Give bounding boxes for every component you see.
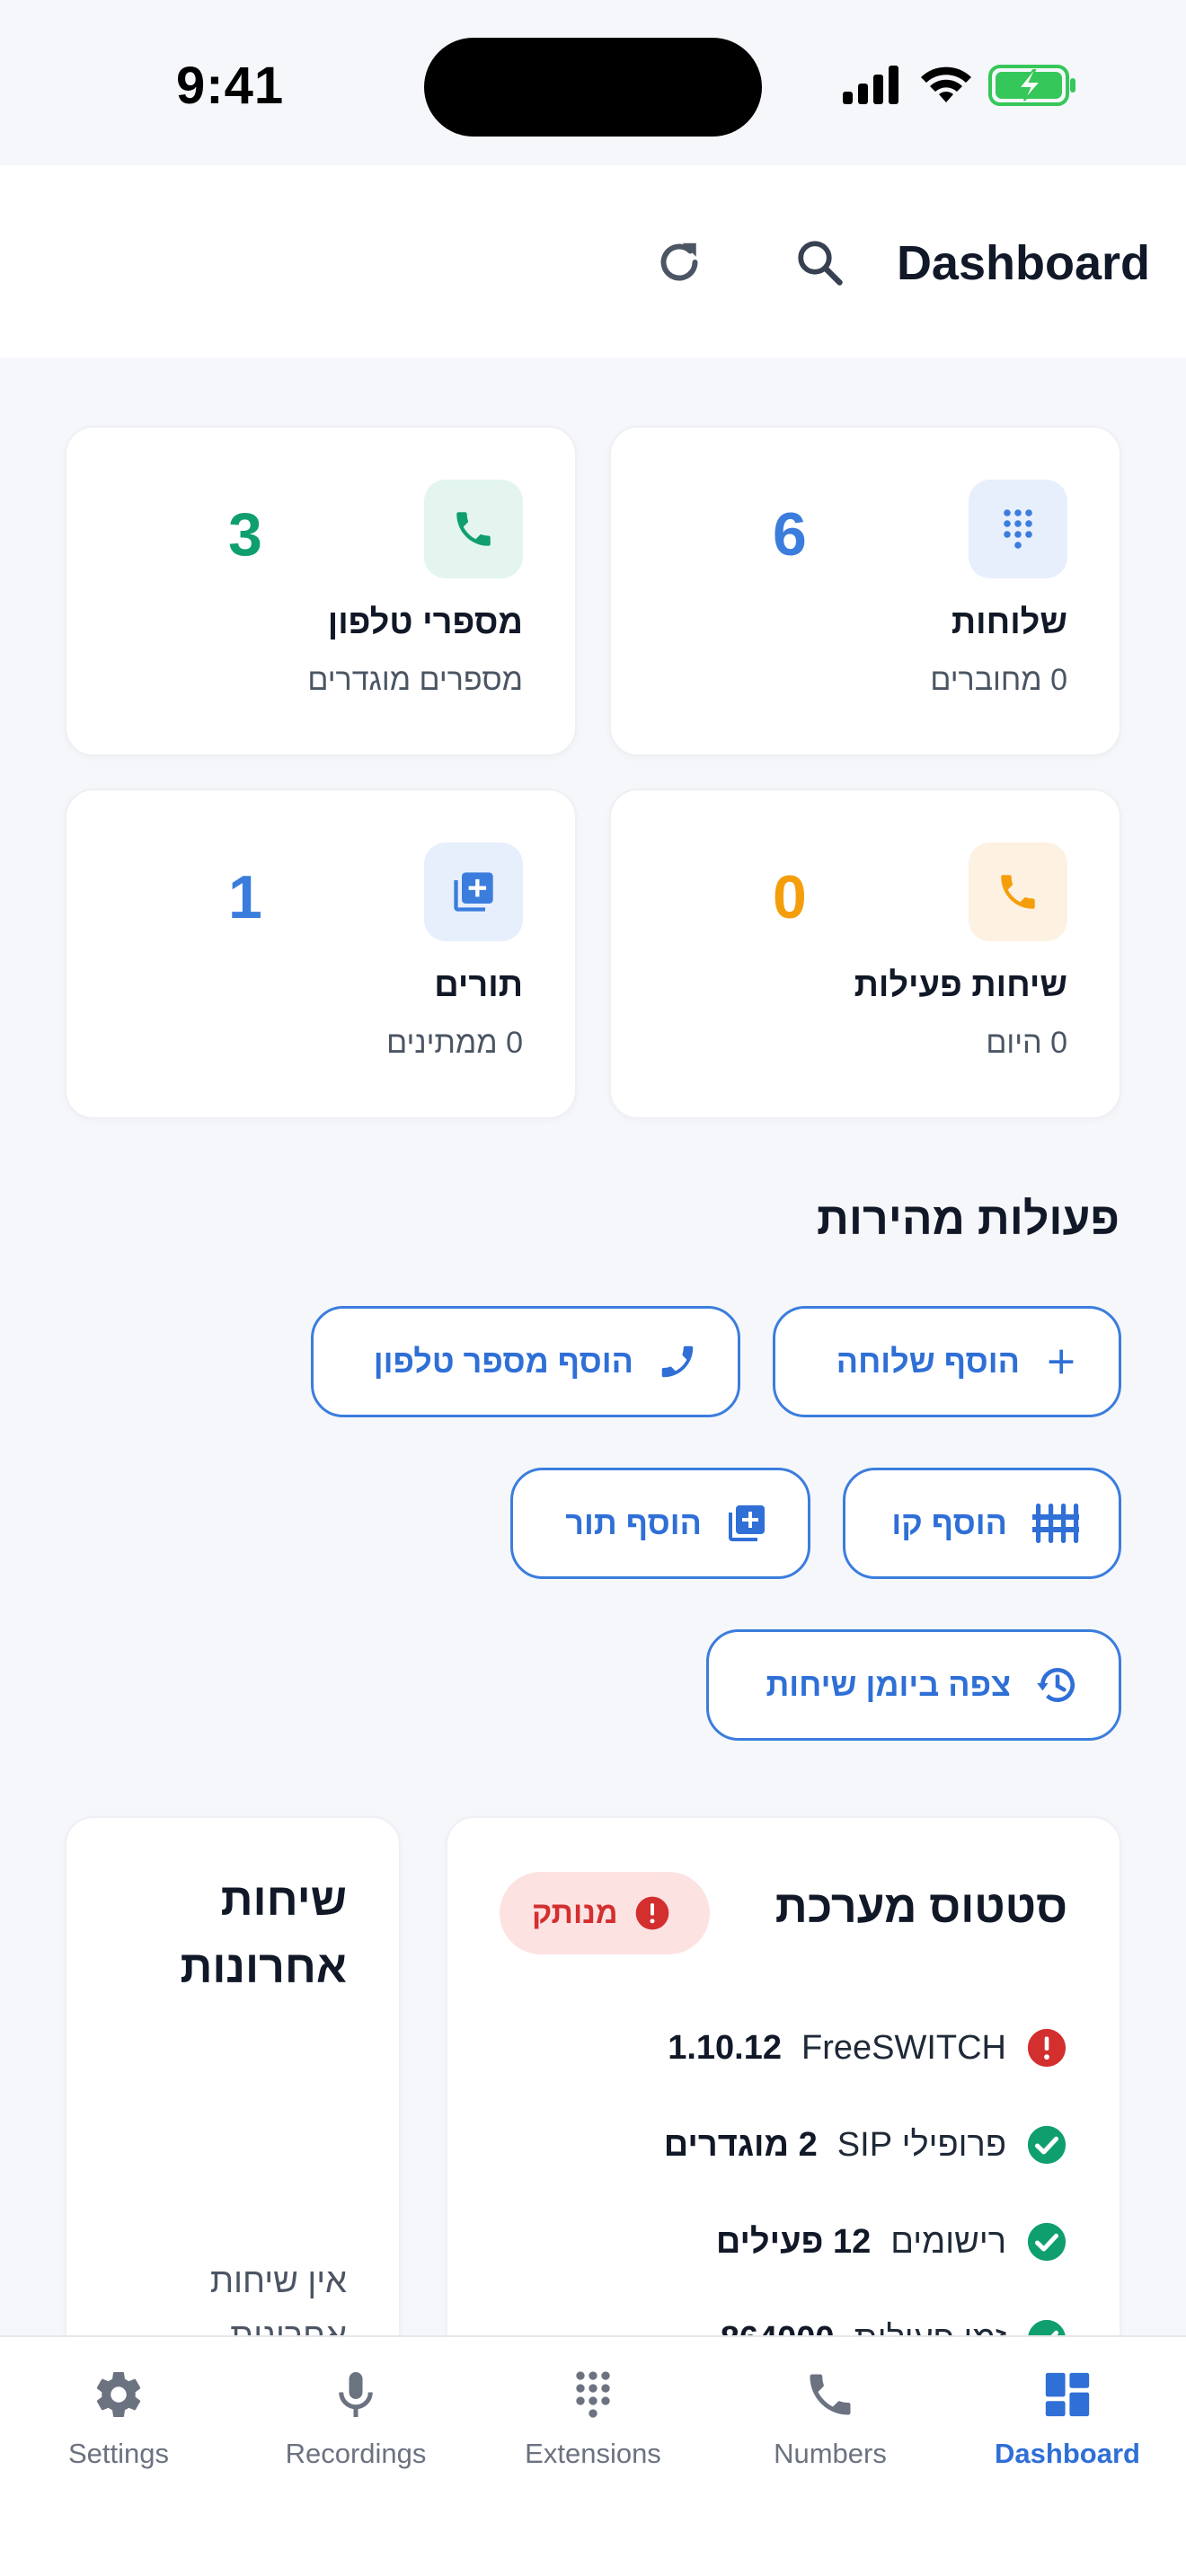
stat-value: 6: [773, 500, 807, 569]
stat-icon-box: [424, 480, 523, 578]
status-bar: 9:41: [0, 0, 1186, 165]
search-button[interactable]: [787, 230, 852, 295]
gear-icon: [86, 2362, 151, 2427]
history-icon: [1037, 1668, 1075, 1702]
add-phone-number-button[interactable]: הוסף מספר טלפון: [311, 1306, 740, 1417]
add-queue-label: הוסף תור: [565, 1504, 702, 1541]
microphone-icon: [323, 2362, 388, 2427]
stat-title: שלוחות: [951, 604, 1067, 641]
quick-actions-title: פעולות מהירות: [816, 1194, 1120, 1244]
status-row-registrations: רישומים 12 פעילים: [716, 2215, 1067, 2269]
status-badge: מנותק: [500, 1872, 710, 1954]
add-queue-button[interactable]: הוסף תור: [510, 1468, 810, 1579]
stat-subtitle: מספרים מוגדרים: [307, 663, 523, 697]
recent-calls-title: שיחות אחרונות: [180, 1875, 347, 1992]
stat-card-active-calls[interactable]: 0 שיחות פעילות 0 היום: [609, 789, 1121, 1119]
nav-label: Dashboard: [995, 2438, 1140, 2469]
stat-title: מספרי טלפון: [327, 604, 523, 641]
queue-add-icon: [454, 872, 493, 912]
stat-card-phone-numbers[interactable]: 3 מספרי טלפון מספרים מוגדרים: [65, 426, 577, 756]
stat-subtitle: 0 היום: [986, 1026, 1067, 1060]
check-circle-icon: [1027, 2222, 1067, 2262]
page-title: Dashboard: [896, 236, 1150, 290]
queue-add-icon: [729, 1505, 765, 1541]
cellular-signal-icon: [843, 66, 898, 104]
stat-icon-box: [424, 842, 523, 941]
view-call-log-label: צפה ביומן שיחות: [766, 1666, 1011, 1703]
battery-charging-icon: [988, 65, 1075, 106]
phone-icon: [1001, 875, 1035, 909]
status-row-label: FreeSWITCH: [801, 2028, 1006, 2067]
stat-title: שיחות פעילות: [854, 966, 1067, 1004]
error-icon: [1027, 2028, 1067, 2068]
dynamic-island: [424, 38, 762, 137]
stat-value: 1: [228, 863, 262, 931]
plus-icon: [1049, 1349, 1074, 1374]
dialpad-icon: [561, 2362, 625, 2427]
stat-card-queues[interactable]: 1 תורים 0 ממתינים: [65, 789, 577, 1119]
nav-item-extensions[interactable]: Extensions: [474, 2362, 712, 2497]
status-row-label: פרופילי SIP: [836, 2125, 1006, 2164]
status-row-sip-profiles: פרופילי SIP 2 מוגדרים: [664, 2118, 1067, 2172]
status-row-label: רישומים: [890, 2222, 1006, 2261]
status-row-value: 12 פעילים: [715, 2222, 872, 2261]
add-trunk-button[interactable]: הוסף קו: [843, 1468, 1121, 1579]
status-badge-label: מנותק: [532, 1895, 618, 1930]
stat-icon-box: [969, 842, 1067, 941]
phone-icon: [661, 1345, 694, 1378]
nav-label: Numbers: [774, 2438, 887, 2469]
trunk-lines-icon: [1032, 1504, 1079, 1543]
bottom-nav: Settings Recordings Extensions Numbers D…: [0, 2335, 1186, 2576]
nav-label: Recordings: [285, 2438, 427, 2469]
nav-item-settings[interactable]: Settings: [0, 2362, 237, 2497]
nav-item-numbers[interactable]: Numbers: [712, 2362, 949, 2497]
alert-circle-icon: [635, 1896, 668, 1930]
nav-item-recordings[interactable]: Recordings: [237, 2362, 474, 2497]
stat-card-extensions[interactable]: 6 שלוחות 0 מחוברים: [609, 426, 1121, 756]
stat-icon-box: [969, 480, 1067, 578]
nav-label: Settings: [67, 2438, 169, 2469]
stat-value: 3: [228, 500, 262, 569]
add-trunk-label: הוסף קו: [891, 1504, 1007, 1541]
search-icon: [798, 241, 843, 286]
view-call-log-button[interactable]: צפה ביומן שיחות: [706, 1629, 1121, 1741]
wifi-icon: [921, 66, 971, 102]
refresh-icon: [660, 243, 698, 281]
stat-subtitle: 0 ממתינים: [386, 1026, 523, 1060]
stat-subtitle: 0 מחוברים: [930, 663, 1067, 697]
app-header: Dashboard: [0, 165, 1186, 357]
status-row-value: 2 מוגדרים: [663, 2125, 818, 2164]
dialpad-icon: [1004, 509, 1032, 549]
stat-title: תורים: [434, 966, 523, 1004]
phone-icon: [456, 512, 491, 546]
nav-item-dashboard[interactable]: Dashboard: [949, 2362, 1186, 2497]
status-row-freeswitch: FreeSWITCH 1.10.12: [668, 2021, 1067, 2075]
add-phone-number-label: הוסף מספר טלפון: [373, 1343, 633, 1380]
phone-icon: [798, 2362, 863, 2427]
add-extension-label: הוסף שלוחה: [836, 1343, 1020, 1380]
status-row-value: 1.10.12: [668, 2028, 782, 2067]
dashboard-icon: [1035, 2362, 1100, 2427]
check-circle-icon: [1027, 2125, 1067, 2165]
status-time: 9:41: [176, 57, 285, 115]
nav-label: Extensions: [525, 2438, 661, 2469]
system-status-title: סטטוס מערכת: [774, 1882, 1067, 1932]
refresh-button[interactable]: [647, 230, 712, 295]
add-extension-button[interactable]: הוסף שלוחה: [773, 1306, 1121, 1417]
stat-value: 0: [773, 863, 807, 931]
